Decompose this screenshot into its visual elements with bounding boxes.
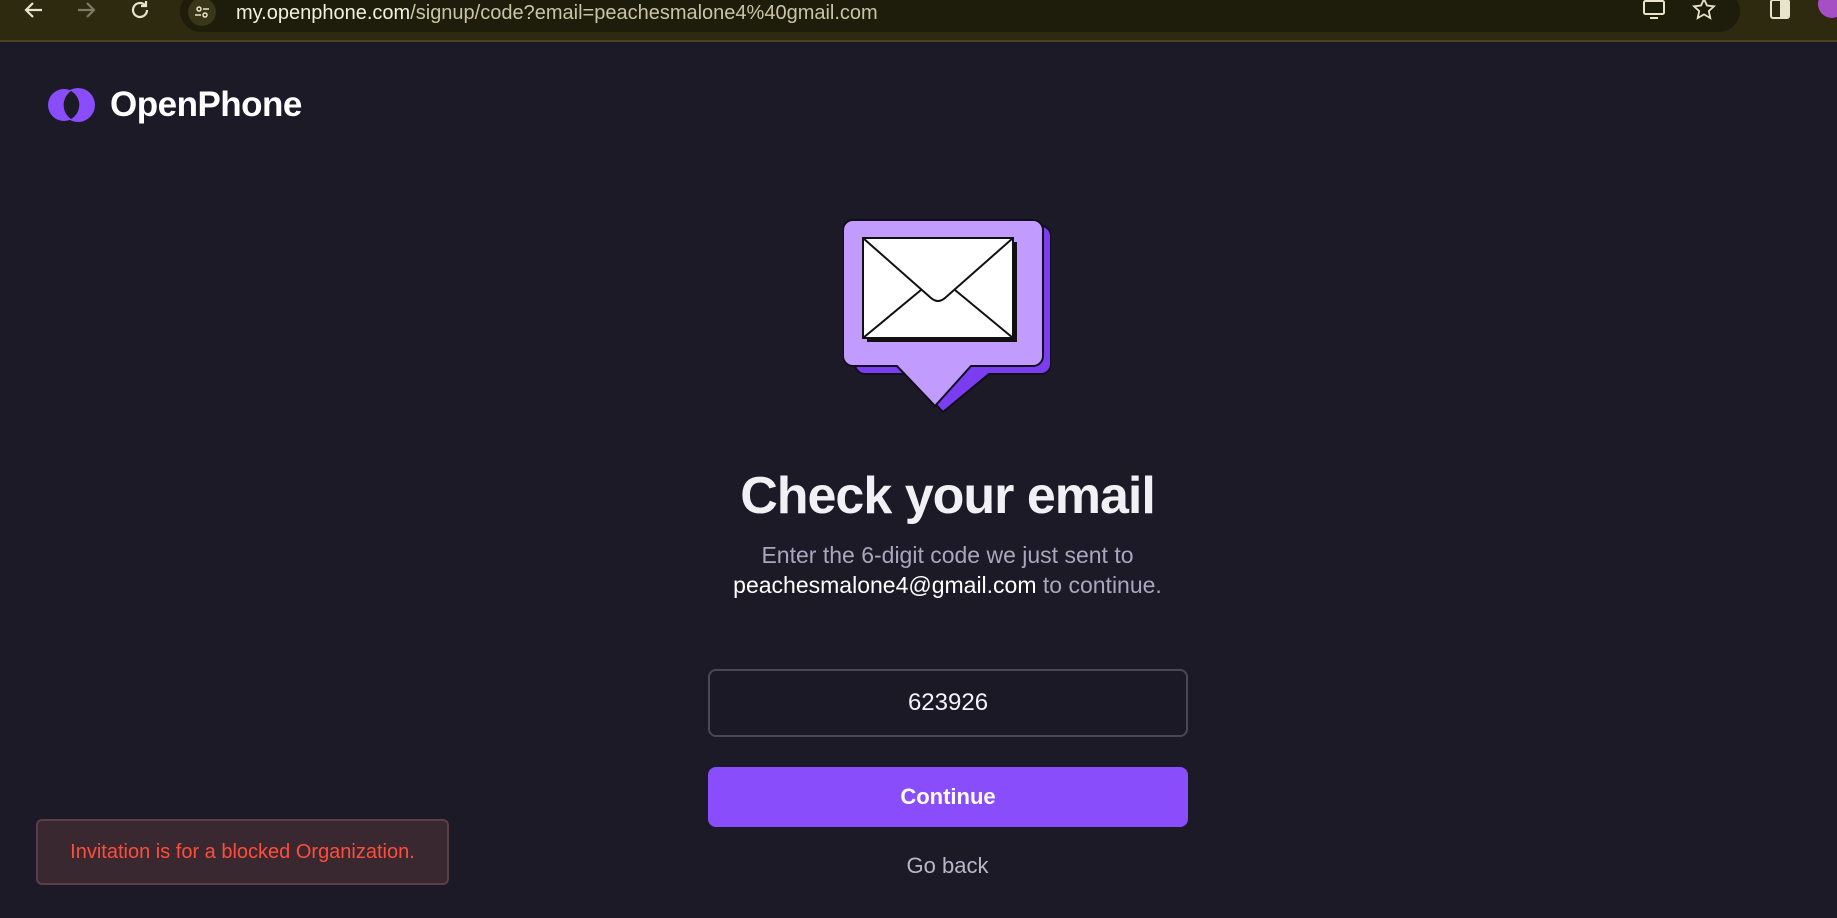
openphone-logo-icon: [48, 88, 95, 122]
bookmark-star-icon[interactable]: [1688, 0, 1720, 24]
page-title: Check your email: [740, 467, 1156, 525]
back-arrow-icon[interactable]: [16, 0, 52, 28]
instruction-line: Enter the 6-digit code we just sent to: [761, 542, 1134, 568]
url-text: my.openphone.com/signup/code?email=peach…: [236, 2, 878, 24]
profile-avatar[interactable]: [1818, 0, 1837, 18]
install-app-icon[interactable]: [1638, 0, 1670, 24]
reload-icon[interactable]: [122, 0, 158, 28]
instruction-text: Enter the 6-digit code we just sent to p…: [0, 540, 1837, 600]
verification-code-input[interactable]: [708, 669, 1188, 737]
browser-toolbar: my.openphone.com/signup/code?email=peach…: [0, 0, 1837, 42]
error-toast: Invitation is for a blocked Organization…: [36, 819, 449, 885]
side-panel-icon[interactable]: [1764, 0, 1796, 24]
logo-text: OpenPhone: [110, 85, 302, 124]
forward-arrow-icon[interactable]: [68, 0, 104, 28]
error-toast-message: Invitation is for a blocked Organization…: [70, 840, 415, 863]
instruction-suffix: to continue.: [1042, 572, 1162, 598]
openphone-logo[interactable]: OpenPhone: [47, 85, 302, 125]
site-settings-icon[interactable]: [188, 0, 216, 26]
continue-button[interactable]: Continue: [708, 767, 1188, 827]
envelope-chat-bubble-icon: [843, 219, 1051, 413]
email-address: peachesmalone4@gmail.com: [733, 572, 1037, 598]
address-bar[interactable]: my.openphone.com/signup/code?email=peach…: [180, 0, 1740, 32]
